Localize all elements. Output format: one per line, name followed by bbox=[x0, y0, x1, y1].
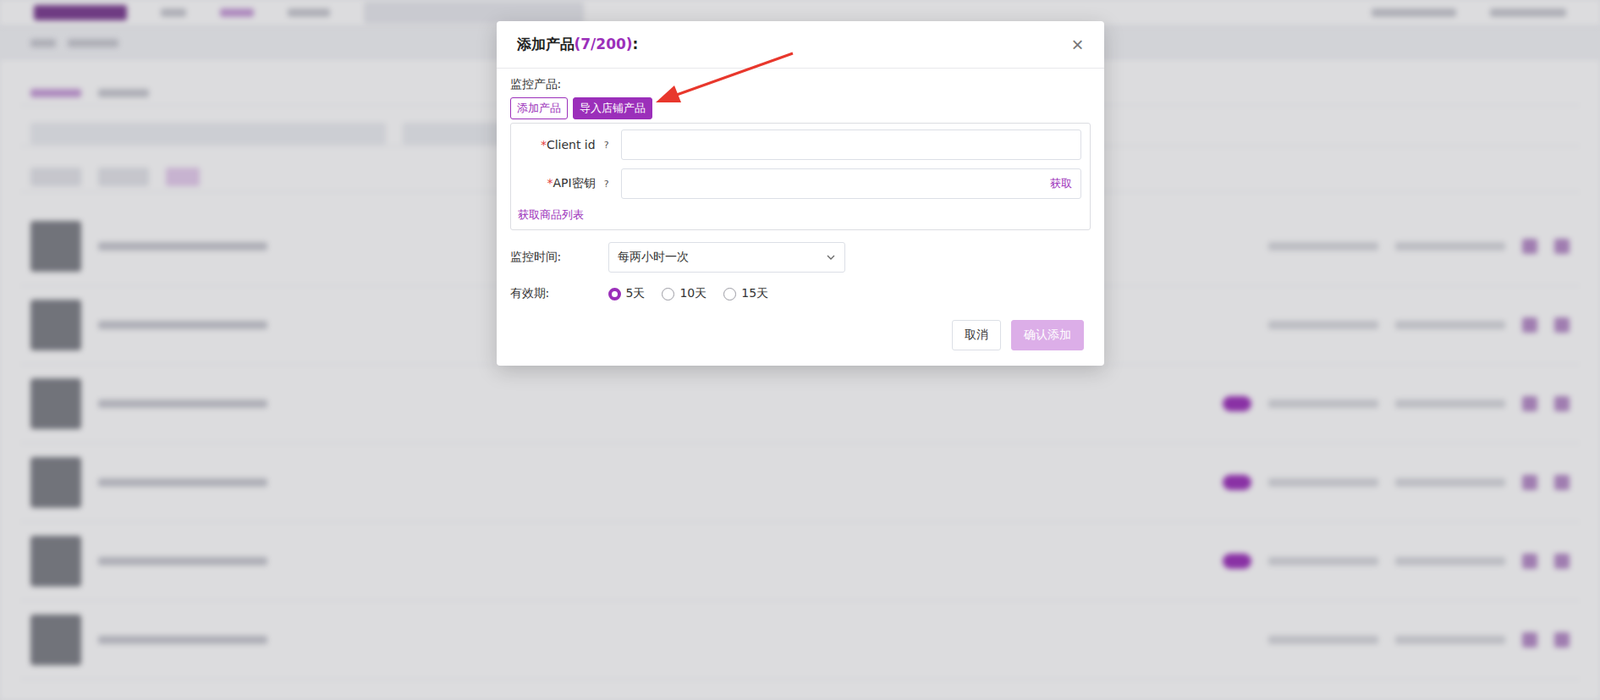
credentials-box: *Client id? *API密钥? 获取获取商品列表 bbox=[510, 122, 1091, 231]
validity-radio[interactable]: 10天 bbox=[661, 285, 707, 302]
field-label: *Client id? bbox=[517, 137, 610, 152]
annotation-arrow-icon bbox=[648, 46, 802, 110]
help-icon[interactable]: ? bbox=[604, 139, 610, 151]
add-product-dialog: 添加产品(7/200):×监控产品:添加产品导入店铺产品*Client id?*… bbox=[496, 21, 1105, 366]
get-key-button[interactable]: 获取 bbox=[1050, 175, 1073, 192]
help-icon[interactable]: ? bbox=[604, 178, 610, 190]
chevron-down-icon bbox=[825, 252, 836, 263]
validity-radio[interactable]: 5天 bbox=[608, 285, 646, 302]
validity-row: 有效期:5天10天15天 bbox=[510, 285, 1091, 302]
validity-radio[interactable]: 15天 bbox=[723, 285, 769, 302]
schedule-select[interactable]: 每两小时一次 bbox=[608, 241, 846, 273]
source-button[interactable]: 导入店铺产品 bbox=[572, 97, 653, 120]
page: 添加产品(7/200):×监控产品:添加产品导入店铺产品*Client id?*… bbox=[0, 0, 1600, 700]
field-label: *API密钥? bbox=[517, 175, 610, 192]
modal-overlay: 添加产品(7/200):×监控产品:添加产品导入店铺产品*Client id?*… bbox=[0, 0, 1600, 700]
credential-field: *Client id? bbox=[517, 129, 1082, 160]
confirm-button[interactable]: 确认添加 bbox=[1011, 319, 1084, 351]
text-input[interactable] bbox=[630, 137, 1073, 153]
fetch-products-link[interactable]: 获取商品列表 bbox=[517, 207, 584, 223]
dialog-footer: 取消确认添加 bbox=[510, 319, 1091, 351]
close-button[interactable]: × bbox=[1067, 34, 1087, 55]
schedule-row: 监控时间:每两小时一次 bbox=[510, 241, 1091, 273]
credential-field: *API密钥? 获取 bbox=[517, 168, 1082, 199]
source-button[interactable]: 添加产品 bbox=[510, 97, 568, 120]
text-input[interactable] bbox=[630, 175, 1051, 192]
dialog-header: 添加产品(7/200): × bbox=[496, 21, 1105, 69]
dialog-title: 添加产品(7/200): bbox=[516, 34, 639, 55]
source-buttons: 添加产品导入店铺产品 bbox=[510, 97, 1091, 120]
monitor-label: 监控产品: bbox=[510, 76, 1091, 93]
cancel-button[interactable]: 取消 bbox=[951, 319, 1001, 351]
